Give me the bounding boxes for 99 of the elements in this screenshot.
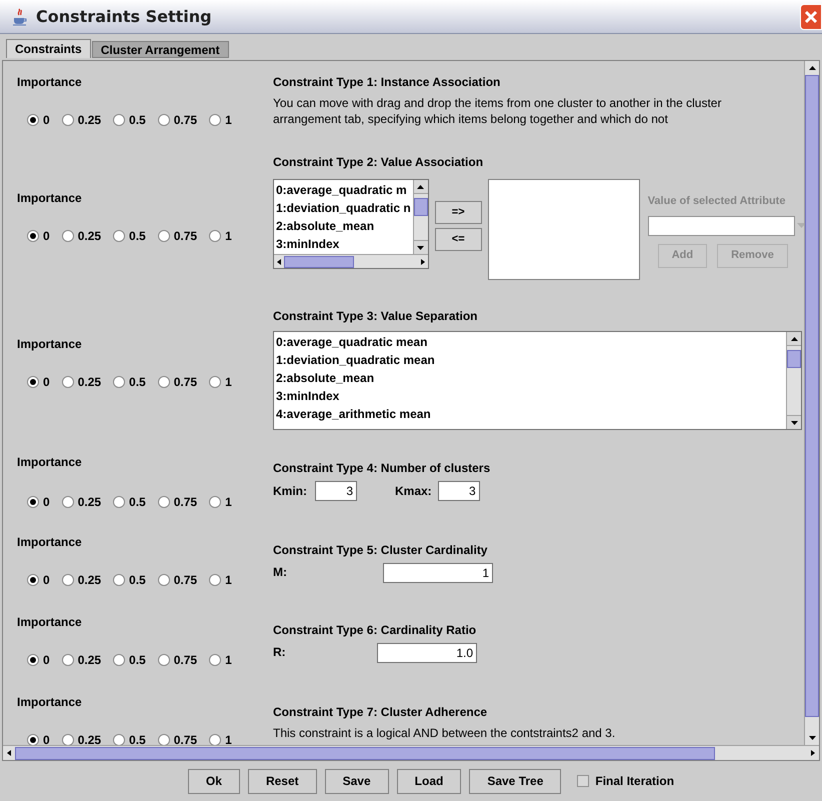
field-label: Kmax:: [395, 483, 432, 500]
scroll-up-icon[interactable]: [790, 336, 798, 340]
importance-option[interactable]: 0.5: [113, 651, 146, 669]
scroll-down-icon[interactable]: [790, 420, 798, 424]
scroll-up-icon[interactable]: [417, 184, 424, 188]
importance-option[interactable]: 0.75: [158, 571, 198, 589]
scroll-down-icon[interactable]: [808, 736, 816, 740]
importance-label: Importance: [17, 454, 83, 471]
dialog-button[interactable]: Load: [396, 768, 462, 794]
attribute-value-label: Value of selected Attribute: [648, 194, 786, 209]
attribute-list[interactable]: 0:average_quadratic m 1:deviation_quadratic n 2:absolute_mean 3:minIndex: [273, 179, 429, 269]
importance-option[interactable]: 0.75: [158, 111, 198, 129]
scrollbar[interactable]: [412, 180, 428, 254]
description-text: This constraint is a logical AND between the contstraints2 and 3.: [273, 725, 616, 741]
scroll-down-icon[interactable]: [417, 246, 424, 250]
list-item[interactable]: 3:minIndex: [276, 235, 411, 253]
importance-option[interactable]: 0.25: [62, 493, 102, 511]
attribute-list[interactable]: 0:average_quadratic mean 1:deviation_quadratic mean 2:absolute_mean 3:minIndex 4:average_arithmetic mean: [273, 331, 802, 430]
importance-option[interactable]: 1: [209, 651, 232, 669]
list-item[interactable]: 2:absolute_mean: [276, 217, 411, 235]
final-iteration-checkbox[interactable]: Final Iteration: [577, 772, 674, 790]
close-icon: [804, 10, 818, 24]
importance-option[interactable]: 1: [209, 227, 232, 245]
list-item[interactable]: 0:average_quadratic m: [276, 181, 411, 199]
dialog-button[interactable]: Save Tree: [469, 768, 562, 794]
dialog-button[interactable]: Reset: [248, 768, 317, 794]
scroll-right-icon[interactable]: [811, 750, 815, 756]
scroll-right-icon[interactable]: [420, 258, 425, 264]
importance-option[interactable]: 1: [209, 571, 232, 589]
importance-label: Importance: [17, 74, 83, 91]
list-item[interactable]: 2:absolute_mean: [276, 369, 784, 387]
importance-option[interactable]: 1: [209, 373, 232, 391]
scroll-thumb[interactable]: [414, 198, 428, 216]
section-title: Constraint Type 1: Instance Association: [273, 74, 502, 91]
list-item[interactable]: 1:deviation_quadratic n: [276, 199, 411, 217]
scrollbar[interactable]: [786, 332, 801, 429]
importance-option[interactable]: 0: [27, 227, 50, 245]
tab[interactable]: Cluster Arrangement: [92, 41, 229, 58]
importance-option[interactable]: 1: [209, 111, 232, 129]
importance-option[interactable]: 0.75: [158, 493, 198, 511]
dialog-button[interactable]: Ok: [188, 768, 240, 794]
importance-option[interactable]: 0.75: [158, 373, 198, 391]
importance-option[interactable]: 0.75: [158, 651, 198, 669]
list-item[interactable]: 4:average_arithmetic mean: [276, 405, 784, 423]
field-label: Kmin:: [273, 483, 307, 500]
importance-option[interactable]: 0: [27, 571, 50, 589]
scroll-thumb[interactable]: [284, 256, 354, 268]
importance-option[interactable]: 0.25: [62, 571, 102, 589]
tab[interactable]: Constraints: [6, 39, 91, 58]
list-item[interactable]: 0:average_quadratic mean: [276, 333, 784, 351]
text-field[interactable]: 1: [383, 563, 493, 583]
scroll-up-icon[interactable]: [808, 66, 816, 70]
importance-option[interactable]: 0: [27, 493, 50, 511]
importance-option[interactable]: 0: [27, 111, 50, 129]
field-label: R:: [273, 644, 287, 661]
list-item[interactable]: 1:deviation_quadratic mean: [276, 351, 784, 369]
section-title: Constraint Type 4: Number of clusters: [273, 460, 492, 477]
importance-option[interactable]: 0.5: [113, 493, 146, 511]
scroll-left-icon[interactable]: [7, 750, 11, 756]
section-title: Constraint Type 2: Value Association: [273, 154, 484, 171]
description-text: You can move with drag and drop the items from one cluster to another in the cluster arrangement tab, specifying which items belong together and which do not: [273, 95, 722, 127]
importance-option[interactable]: 0.25: [62, 651, 102, 669]
importance-option[interactable]: 0.25: [62, 373, 102, 391]
importance-option[interactable]: 0.5: [113, 111, 146, 129]
importance-option[interactable]: 0.25: [62, 111, 102, 129]
importance-label: Importance: [17, 534, 83, 551]
list-item[interactable]: 3:minIndex: [276, 387, 784, 405]
section-title: Constraint Type 6: Cardinality Ratio: [273, 622, 478, 639]
add-arrow-button[interactable]: =>: [434, 201, 482, 224]
importance-option[interactable]: 0.5: [113, 373, 146, 391]
importance-option[interactable]: 0.25: [62, 227, 102, 245]
section-title: Constraint Type 3: Value Separation: [273, 308, 478, 325]
importance-option[interactable]: 0.75: [158, 227, 198, 245]
text-field[interactable]: 3: [438, 481, 480, 501]
close-button[interactable]: [800, 4, 822, 30]
dialog-button[interactable]: Save: [324, 768, 389, 794]
section-title: Constraint Type 7: Cluster Adherence: [273, 704, 488, 721]
importance-label: Importance: [17, 190, 83, 207]
cup-icon: [12, 8, 28, 26]
section-title: Constraint Type 5: Cluster Cardinality: [273, 542, 488, 559]
scroll-thumb[interactable]: [787, 350, 801, 368]
value-combo-box[interactable]: [648, 216, 804, 236]
horizontal-scrollbar[interactable]: [3, 745, 819, 760]
importance-option[interactable]: 0: [27, 373, 50, 391]
text-field[interactable]: 3: [315, 481, 357, 501]
scroll-thumb[interactable]: [15, 746, 715, 760]
importance-option[interactable]: 0.5: [113, 227, 146, 245]
importance-option[interactable]: 0: [27, 651, 50, 669]
field-label: M:: [273, 564, 288, 581]
importance-label: Importance: [17, 614, 83, 631]
importance-label: Importance: [17, 694, 83, 711]
importance-label: Importance: [17, 336, 83, 353]
importance-option[interactable]: 1: [209, 493, 232, 511]
scroll-left-icon[interactable]: [277, 258, 281, 264]
remove-arrow-button[interactable]: <=: [434, 228, 482, 251]
window-title: Constraints Setting: [36, 6, 212, 28]
importance-option[interactable]: 0.5: [113, 571, 146, 589]
selected-list[interactable]: [488, 179, 640, 280]
text-field[interactable]: 1.0: [377, 643, 477, 663]
